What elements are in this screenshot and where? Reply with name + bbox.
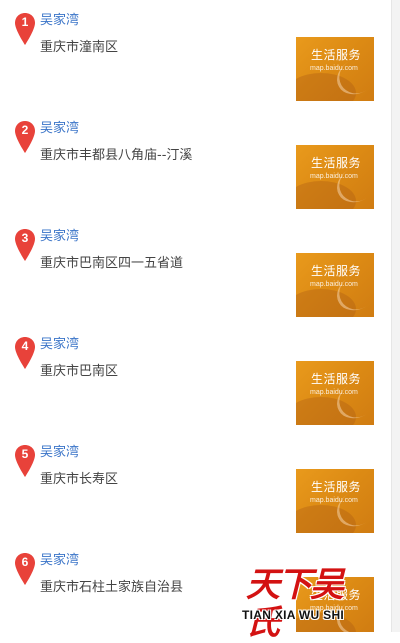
list-item[interactable]: 2 吴家湾 重庆市丰都县八角庙--汀溪 生活服务 map.baidu.com — [0, 120, 392, 228]
place-address: 重庆市巴南区四一五省道 — [40, 256, 184, 271]
thumbnail-title: 生活服务 — [311, 480, 362, 494]
list-item[interactable]: 4 吴家湾 重庆市巴南区 生活服务 map.baidu.com — [0, 336, 392, 444]
thumbnail-url: map.baidu.com — [310, 65, 358, 72]
marker-number: 1 — [21, 15, 29, 29]
marker-number: 2 — [21, 123, 29, 137]
place-name-link[interactable]: 吴家湾 — [40, 228, 79, 246]
thumbnail-title: 生活服务 — [311, 48, 362, 62]
place-address: 重庆市巴南区 — [40, 364, 119, 379]
map-marker-icon: 1 — [14, 12, 36, 46]
list-item[interactable]: 1 吴家湾 重庆市潼南区 生活服务 map.baidu.com — [0, 12, 392, 120]
list-item[interactable]: 5 吴家湾 重庆市长寿区 生活服务 map.baidu.com — [0, 444, 392, 552]
thumbnail-title: 生活服务 — [311, 372, 362, 386]
place-name-link[interactable]: 吴家湾 — [40, 12, 79, 30]
thumbnail-url: map.baidu.com — [310, 497, 358, 504]
watermark-chinese-text: 天下吴氏 — [246, 565, 344, 643]
vertical-scrollbar[interactable] — [391, 0, 400, 632]
place-address: 重庆市丰都县八角庙--汀溪 — [40, 148, 193, 163]
thumbnail-url: map.baidu.com — [310, 281, 358, 288]
place-address: 重庆市潼南区 — [40, 40, 119, 55]
place-thumbnail[interactable]: 生活服务 map.baidu.com — [296, 37, 374, 101]
place-name-link[interactable]: 吴家湾 — [40, 444, 79, 462]
thumbnail-url: map.baidu.com — [310, 389, 358, 396]
place-thumbnail[interactable]: 生活服务 map.baidu.com — [296, 145, 374, 209]
place-thumbnail[interactable]: 生活服务 map.baidu.com — [296, 361, 374, 425]
place-address: 重庆市石柱土家族自治县 — [40, 580, 184, 595]
marker-number: 4 — [21, 339, 29, 353]
place-name-link[interactable]: 吴家湾 — [40, 120, 79, 138]
thumbnail-title: 生活服务 — [311, 264, 362, 278]
thumbnail-url: map.baidu.com — [310, 173, 358, 180]
map-marker-icon: 6 — [14, 552, 36, 586]
map-marker-icon: 3 — [14, 228, 36, 262]
map-marker-icon: 2 — [14, 120, 36, 154]
marker-number: 6 — [21, 555, 29, 569]
marker-number: 5 — [21, 447, 29, 461]
list-item[interactable]: 3 吴家湾 重庆市巴南区四一五省道 生活服务 map.baidu.com — [0, 228, 392, 336]
watermark-logo: 天下吴氏 TIAN XIA WU SHI — [238, 564, 358, 642]
map-marker-icon: 5 — [14, 444, 36, 478]
search-results-list: 1 吴家湾 重庆市潼南区 生活服务 map.baidu.com 2 吴家湾 重庆… — [0, 0, 392, 632]
place-name-link[interactable]: 吴家湾 — [40, 552, 79, 570]
place-address: 重庆市长寿区 — [40, 472, 119, 487]
place-thumbnail[interactable]: 生活服务 map.baidu.com — [296, 253, 374, 317]
marker-number: 3 — [21, 231, 29, 245]
place-name-link[interactable]: 吴家湾 — [40, 336, 79, 354]
map-marker-icon: 4 — [14, 336, 36, 370]
watermark-english-text: TIAN XIA WU SHI — [242, 608, 345, 622]
thumbnail-title: 生活服务 — [311, 156, 362, 170]
place-thumbnail[interactable]: 生活服务 map.baidu.com — [296, 469, 374, 533]
